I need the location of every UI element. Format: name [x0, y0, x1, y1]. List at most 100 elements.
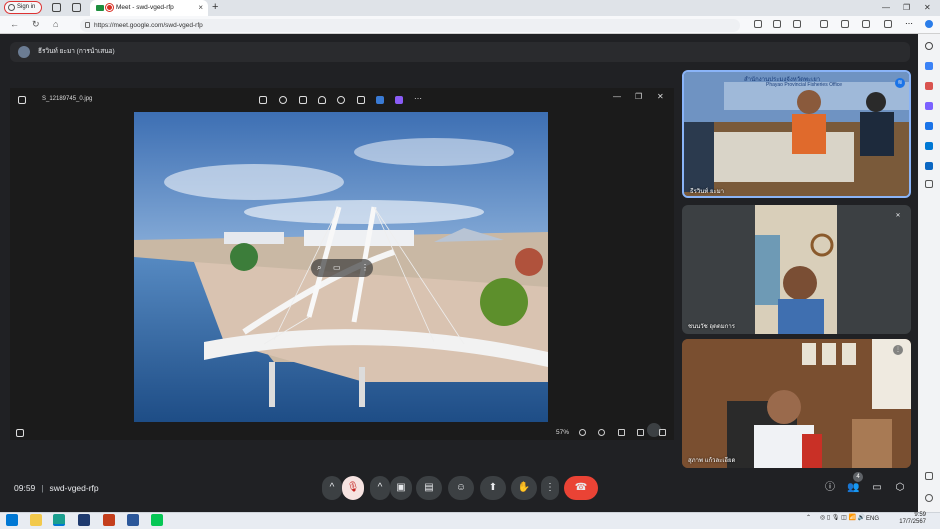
favorite-star-icon[interactable]: [793, 20, 801, 28]
collections-icon[interactable]: [52, 3, 61, 12]
restore-icon[interactable]: ❐: [903, 0, 910, 15]
photos-taskbar-icon[interactable]: [78, 514, 90, 526]
viewer-more-icon[interactable]: ⋯: [414, 95, 422, 104]
present-icon: ⬆: [488, 482, 498, 493]
sidebar-add-icon[interactable]: [925, 180, 933, 188]
start-icon[interactable]: [6, 514, 18, 526]
more-options-button[interactable]: ⋮: [541, 476, 559, 500]
powerpoint-icon[interactable]: [103, 514, 115, 526]
read-aloud-icon[interactable]: [773, 20, 781, 28]
participant-count-badge: 4: [853, 472, 863, 482]
people-icon[interactable]: 👥: [847, 482, 859, 494]
sidebar-layout-icon[interactable]: [925, 472, 933, 480]
print-icon[interactable]: [357, 96, 365, 104]
sidebar-tools-icon[interactable]: [925, 82, 933, 90]
extensions-icon[interactable]: [884, 20, 892, 28]
meeting-details-icon[interactable]: ⓘ: [824, 482, 836, 494]
new-tab-button[interactable]: +: [212, 0, 218, 15]
filmstrip-icon[interactable]: [16, 429, 24, 437]
overlay-search-icon[interactable]: ⌕: [317, 263, 321, 273]
tray-chevron-icon[interactable]: ⌃: [806, 514, 811, 521]
reactions-button[interactable]: ☺: [448, 476, 474, 500]
sidebar-settings-icon[interactable]: [925, 494, 933, 502]
info-icon[interactable]: [337, 96, 345, 104]
input-language[interactable]: ENG: [866, 516, 879, 522]
tray-icons[interactable]: ◎ ▯ 🎙 ◫ 📶 🔊: [820, 514, 865, 521]
sidebar-outlook-icon[interactable]: [925, 142, 933, 150]
participant-tile-3[interactable]: ⋮ สุภาพ แก้วละเอียด: [682, 339, 911, 468]
edge-taskbar-icon[interactable]: [53, 514, 65, 526]
captions-button[interactable]: ▤: [416, 476, 442, 500]
sidebar-drop-icon[interactable]: [925, 162, 933, 170]
activities-icon[interactable]: ⬡: [894, 482, 906, 494]
viewer-filename: S_12189745_0.jpg: [42, 96, 93, 102]
fullscreen-icon[interactable]: [659, 429, 666, 436]
heart-icon[interactable]: [318, 96, 326, 104]
meeting-info: 09:59 | swd-vged-rfp: [14, 483, 99, 493]
viewer-close-icon[interactable]: ✕: [657, 92, 664, 101]
presenter-avatar: [18, 46, 30, 58]
onedrive-icon[interactable]: [376, 96, 384, 104]
word-icon[interactable]: [127, 514, 139, 526]
captions-icon: ▤: [424, 482, 434, 493]
close-tab-icon[interactable]: ×: [198, 0, 203, 16]
close-window-icon[interactable]: ✕: [924, 0, 931, 15]
camera-options-button[interactable]: ^: [370, 476, 390, 500]
url-text: https://meet.google.com/swd-vged-rfp: [94, 22, 203, 29]
tab-meet[interactable]: Meet - swd-vged-rfp ×: [90, 0, 208, 16]
favorites-icon[interactable]: [841, 20, 849, 28]
leave-call-button[interactable]: ☎: [564, 476, 598, 500]
overlay-more-icon[interactable]: ⋮: [361, 263, 369, 272]
recording-icon: [106, 4, 113, 11]
camera-button[interactable]: ▣: [390, 476, 412, 500]
copilot-icon[interactable]: [925, 20, 933, 28]
participant-menu-icon[interactable]: ⋮: [893, 345, 903, 355]
sidebar-shopping-icon[interactable]: [925, 62, 933, 70]
raise-hand-button[interactable]: ✋: [511, 476, 537, 500]
present-button[interactable]: ⬆: [480, 476, 506, 500]
zoom-out-icon[interactable]: [579, 429, 586, 436]
tile-banner-en: Phayao Provincial Fisheries Office: [766, 82, 843, 88]
home-icon[interactable]: ⌂: [53, 18, 58, 30]
split-screen-icon[interactable]: [820, 20, 828, 28]
participant-name: สุภาพ แก้วละเอียด: [688, 458, 736, 464]
clock[interactable]: 9:59 17/7/2567: [890, 512, 926, 526]
line-icon[interactable]: [151, 514, 163, 526]
minimize-icon[interactable]: —: [882, 0, 890, 15]
rotate-icon[interactable]: [279, 96, 287, 104]
sidebar-search-icon[interactable]: [925, 42, 933, 50]
zoom-in-icon[interactable]: [598, 429, 605, 436]
fit-window-icon[interactable]: [618, 429, 625, 436]
mic-options-button[interactable]: ^: [322, 476, 342, 500]
actual-size-icon[interactable]: [637, 429, 644, 436]
back-icon[interactable]: ←: [10, 18, 19, 30]
camera-permission-icon[interactable]: [754, 20, 762, 28]
refresh-icon[interactable]: ↻: [32, 18, 40, 30]
mic-off-icon: 🎙: [346, 482, 360, 493]
tab-actions-icon[interactable]: [72, 3, 81, 12]
participant-tile-1[interactable]: สำนักงานประมงจังหวัดพะเยา Phayao Provinc…: [682, 70, 911, 198]
edit-icon[interactable]: [259, 96, 267, 104]
sign-in-button[interactable]: Sign in: [4, 1, 42, 14]
hang-up-icon: ☎: [574, 482, 588, 493]
url-input[interactable]: https://meet.google.com/swd-vged-rfp: [80, 19, 740, 32]
collections-toolbar-icon[interactable]: [862, 20, 870, 28]
participant-name: ชนนวัช อุดดมการ: [688, 324, 735, 330]
site-info-icon[interactable]: [85, 22, 90, 28]
sidebar-office-icon[interactable]: [925, 122, 933, 130]
meeting-code: swd-vged-rfp: [49, 483, 99, 493]
chat-icon[interactable]: ▭: [871, 482, 883, 494]
sidebar-games-icon[interactable]: [925, 102, 933, 110]
overlay-crop-icon[interactable]: ▭: [333, 263, 341, 272]
viewer-minimize-icon[interactable]: —: [613, 92, 621, 101]
participant-tile-2[interactable]: ✕ ชนนวัช อุดดมการ: [682, 205, 911, 334]
file-explorer-icon[interactable]: [30, 514, 42, 526]
profile-icon: [8, 4, 15, 11]
clock-time: 9:59: [914, 512, 926, 518]
viewer-maximize-icon[interactable]: ❐: [635, 92, 642, 101]
viewer-gallery-icon[interactable]: [18, 96, 26, 104]
more-menu-icon[interactable]: ⋯: [905, 20, 913, 28]
designer-icon[interactable]: [395, 96, 403, 104]
mic-muted-button[interactable]: 🎙: [342, 476, 364, 500]
delete-icon[interactable]: [299, 96, 307, 104]
